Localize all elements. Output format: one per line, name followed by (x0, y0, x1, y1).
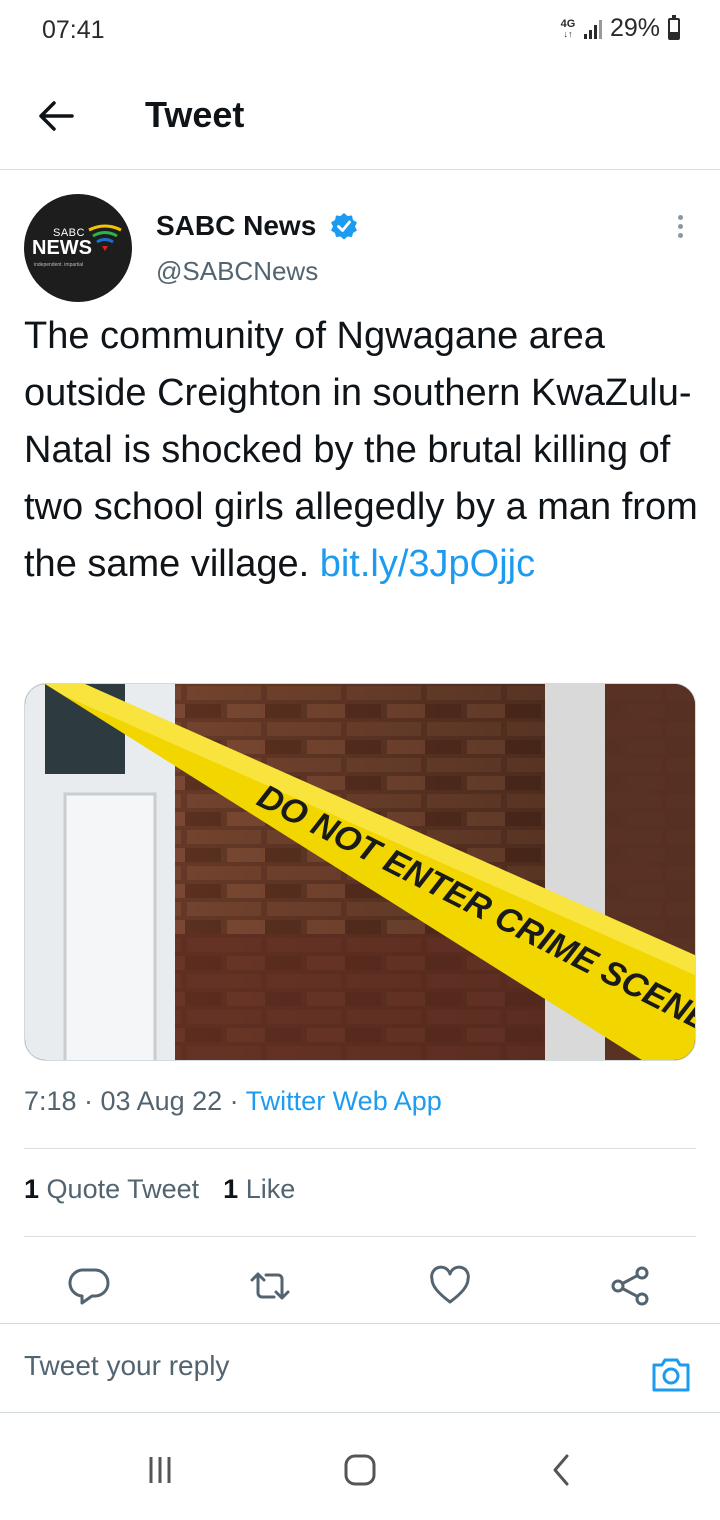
home-button[interactable] (336, 1448, 384, 1492)
camera-button[interactable] (650, 1354, 692, 1396)
nav-back-icon (553, 1454, 569, 1486)
divider (24, 1236, 696, 1237)
arrow-left-icon (39, 101, 74, 131)
sabc-logo-icon (88, 224, 122, 251)
author-name[interactable]: SABC News (156, 210, 316, 242)
quote-tweets-stat[interactable]: 1 Quote Tweet (24, 1174, 199, 1205)
reply-icon (68, 1268, 110, 1305)
status-bar: 07:41 4G ↓↑ 29% (0, 0, 720, 62)
tweet-image[interactable]: DO NOT ENTER CRIME SCENE-DO NOT ENTER CR… (24, 683, 696, 1061)
heart-icon (430, 1265, 470, 1304)
share-icon (611, 1266, 649, 1306)
system-navigation-bar (0, 1414, 720, 1520)
tweet-link[interactable]: bit.ly/3JpOjjc (320, 543, 535, 585)
retweet-button[interactable] (246, 1262, 294, 1310)
avatar[interactable]: SABC NEWS independent. impartial (24, 194, 132, 302)
signal-strength-icon (583, 19, 602, 39)
recents-icon (149, 1457, 171, 1483)
battery-percent: 29% (609, 14, 660, 42)
tweet-text: The community of Ngwagane area outside C… (24, 308, 700, 593)
battery-icon (668, 14, 680, 40)
reply-button[interactable] (66, 1262, 114, 1310)
home-icon (344, 1454, 376, 1486)
network-type-icon: 4G ↓↑ (560, 17, 576, 39)
avatar-logo-line2: NEWS (32, 237, 92, 259)
quote-count: 1 (24, 1174, 40, 1204)
tweet-actions (0, 1262, 720, 1310)
share-button[interactable] (606, 1262, 654, 1310)
author-handle[interactable]: @SABCNews (156, 256, 318, 287)
like-label: Like (245, 1174, 296, 1204)
reply-input[interactable] (24, 1350, 604, 1382)
status-time: 07:41 (42, 16, 105, 44)
more-vertical-icon (670, 215, 690, 238)
avatar-logo-tagline: independent. impartial (34, 262, 84, 268)
tweet-meta: 7:18 · 03 Aug 22 · Twitter Web App (24, 1086, 442, 1117)
retweet-icon (250, 1272, 290, 1300)
recents-button[interactable] (136, 1448, 184, 1492)
page-title: Tweet (145, 94, 245, 135)
back-button[interactable] (32, 92, 80, 140)
nav-back-button[interactable] (538, 1448, 586, 1492)
source-app-link[interactable]: Twitter Web App (246, 1086, 442, 1116)
data-arrows-icon: ↓↑ (563, 28, 573, 39)
crime-scene-tape-photo: DO NOT ENTER CRIME SCENE-DO NOT ENTER CR… (25, 684, 695, 1060)
tweet-stats: 1 Quote Tweet 1 Like (24, 1174, 295, 1205)
status-indicators: 4G ↓↑ 29% (560, 14, 680, 43)
network-type-label: 4G (560, 17, 576, 30)
quote-label: Quote Tweet (46, 1174, 200, 1204)
app-header: Tweet (0, 62, 720, 170)
likes-stat[interactable]: 1 Like (223, 1174, 295, 1205)
verified-badge-icon (331, 213, 357, 240)
divider (24, 1148, 696, 1149)
like-button[interactable] (426, 1262, 474, 1310)
tweet-timestamp: 7:18 · 03 Aug 22 · (24, 1086, 246, 1116)
more-options-button[interactable] (670, 212, 690, 244)
battery-level-fill (670, 32, 678, 38)
camera-icon (652, 1358, 690, 1392)
like-count: 1 (223, 1174, 239, 1204)
reply-composer (0, 1323, 720, 1413)
